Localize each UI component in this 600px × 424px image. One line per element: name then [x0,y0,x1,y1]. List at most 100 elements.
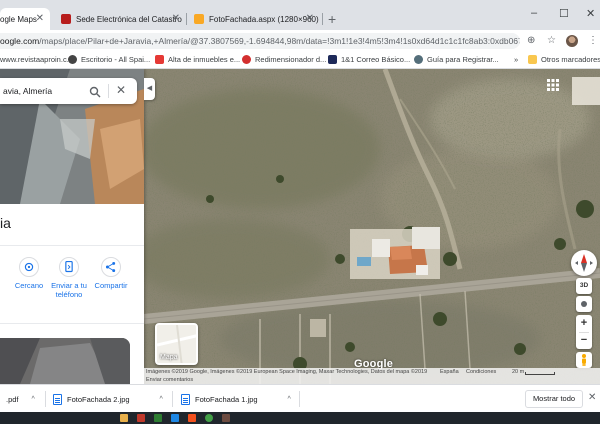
tab-separator [322,13,323,25]
phone-icon [59,257,79,277]
map-canvas[interactable]: avia, Almería ✕ ia Cercano Enviar a tu t… [0,69,600,384]
rotate-view-button[interactable] [576,296,592,312]
place-photo-thumbnail[interactable] [0,338,130,384]
tab-google-maps[interactable]: ogle Maps ✕ [0,8,50,30]
compass-button[interactable] [571,250,597,276]
pegman-icon [582,354,586,366]
send-to-phone-button[interactable]: Enviar a tu teléfono [49,257,89,299]
file-icon [181,393,190,405]
bookmark-label: Escritorio - All Spai... [81,55,151,64]
search-box[interactable]: avia, Almería ✕ [0,78,137,104]
share-icon [101,257,121,277]
bookmark-item[interactable]: Guía para Registrar... [414,55,499,64]
map-layer-toggle[interactable]: Mapa [155,323,198,365]
youtube-icon [155,55,164,64]
file-icon [53,393,62,405]
bookmark-label: Guía para Registrar... [427,55,499,64]
bookmark-star-icon[interactable]: ☆ [547,35,556,47]
app-icon[interactable] [137,414,145,422]
maximize-button[interactable]: ☐ [559,7,569,20]
file-explorer-icon[interactable] [120,414,128,422]
app-icon[interactable] [154,414,162,422]
zoom-out-button[interactable]: − [576,332,592,348]
page-favicon-icon [194,14,204,24]
map-footer: Imágenes ©2019 Google, Imágenes ©2019 Eu… [144,368,600,384]
bookmark-item[interactable]: Alta de inmuebles e... [155,55,240,64]
layer-label: Mapa [160,354,178,361]
bookmark-item[interactable]: 1&1 Correo Básico... [328,55,410,64]
chevron-up-icon[interactable]: ^ [288,396,291,403]
folder-icon [528,55,537,64]
download-item[interactable]: FotoFachada 1.jpg ^ [181,385,291,413]
search-input[interactable]: avia, Almería [3,86,52,96]
tab-fotofachada[interactable]: FotoFachada.aspx (1280×960) ✕ [188,8,320,30]
location-icon[interactable]: ⊕ [527,35,535,47]
app-icon[interactable] [222,414,230,422]
bookmark-item[interactable]: Escritorio - All Spai... [68,55,150,64]
collapse-panel-button[interactable]: ◀ [144,78,155,100]
menu-dots-icon[interactable]: ⋮ [588,35,598,47]
guide-icon [414,55,423,64]
chevron-up-icon[interactable]: ^ [32,396,35,403]
download-item[interactable]: .pdf ^ [6,385,35,413]
app-icon[interactable] [188,414,196,422]
place-title: ia [0,215,11,231]
scale-bar [525,372,555,375]
url-path: /maps/place/Pilar+de+Jaravia,+Almería/@3… [39,36,520,46]
download-shelf: .pdf ^ FotoFachada 2.jpg ^ FotoFachada 1… [0,384,600,412]
tab-strip: ogle Maps ✕ Sede Electrónica del Catastr… [0,0,600,30]
toolbar: oogle.com/maps/place/Pilar+de+Jaravia,+A… [0,30,600,52]
close-shelf-button[interactable]: ✕ [588,393,596,403]
share-label: Compartir [94,281,128,290]
divider [0,245,144,246]
bookmark-label: Redimensionador d... [255,55,327,64]
os-taskbar [0,412,600,424]
send-feedback-link[interactable]: Enviar comentarios [146,377,193,383]
minimize-button[interactable]: – [531,7,537,19]
catastro-favicon-icon [61,14,71,24]
mail-icon [328,55,337,64]
place-panel: avia, Almería ✕ ia Cercano Enviar a tu t… [0,69,144,384]
tab-close-icon[interactable]: ✕ [36,13,44,24]
address-bar[interactable]: oogle.com/maps/place/Pilar+de+Jaravia,+A… [0,33,520,49]
apps-grid-icon[interactable] [547,79,559,91]
show-all-downloads-button[interactable]: Mostrar todo [525,390,583,408]
tab-title: Sede Electrónica del Catastro [76,14,182,24]
bookmark-label: www.revistaaproin.c... [0,55,73,64]
tab-catastro[interactable]: Sede Electrónica del Catastro ✕ [55,8,186,30]
chrome-icon[interactable] [205,414,213,422]
profile-avatar[interactable] [566,35,578,47]
nearby-icon [19,257,39,277]
search-icon[interactable] [89,86,101,98]
share-button[interactable]: Compartir [91,257,131,290]
bookmarks-bar: www.revistaaproin.c... Escritorio - All … [0,52,600,69]
app-icon[interactable] [171,414,179,422]
terms-link[interactable]: Condiciones [466,369,496,375]
zoom-controls: + − [576,315,592,349]
resize-icon [242,55,251,64]
clear-search-icon[interactable]: ✕ [116,84,126,96]
nearby-label: Cercano [14,281,44,290]
tab-close-icon[interactable]: ✕ [306,13,314,24]
new-tab-button[interactable]: + [328,12,336,26]
nearby-button[interactable]: Cercano [9,257,49,290]
scale-label[interactable]: 20 m [512,369,524,375]
close-window-button[interactable]: ✕ [586,7,595,20]
tab-separator [186,13,187,25]
bookmark-label: 1&1 Correo Básico... [341,55,411,64]
zoom-in-button[interactable]: + [576,315,592,331]
more-bookmarks-button[interactable]: » [514,55,518,64]
street-view-pegman[interactable] [576,352,592,368]
download-item[interactable]: FotoFachada 2.jpg ^ [53,385,163,413]
divider [172,391,173,407]
bookmark-item[interactable]: Redimensionador d... [242,55,326,64]
bookmark-item[interactable]: www.revistaaproin.c... [0,55,73,64]
download-filename: FotoFachada 1.jpg [195,394,258,404]
other-bookmarks-folder[interactable]: Otros marcadores [528,55,600,64]
browser-window: ogle Maps ✕ Sede Electrónica del Catastr… [0,0,600,424]
3d-toggle-button[interactable]: 3D [576,278,592,294]
imagery-attribution: Imágenes ©2019 Google, Imágenes ©2019 Eu… [146,369,428,375]
region-link[interactable]: España [440,369,459,375]
tab-close-icon[interactable]: ✕ [172,13,180,24]
chevron-up-icon[interactable]: ^ [160,396,163,403]
